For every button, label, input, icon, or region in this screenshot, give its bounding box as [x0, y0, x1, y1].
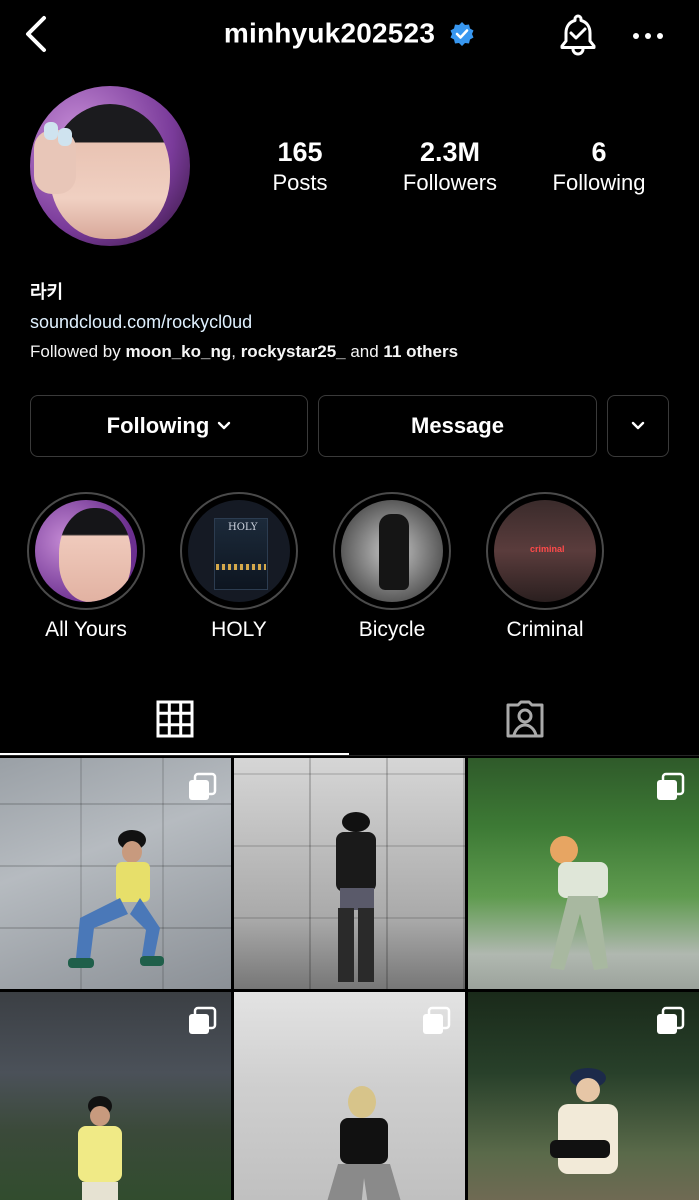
highlight-label: Bicycle: [358, 618, 426, 641]
followed-by-and: and: [345, 342, 384, 361]
multiple-photos-icon: [657, 772, 685, 800]
post-person-figure: [327, 1086, 401, 1200]
stat-following[interactable]: 6 Following: [529, 136, 669, 198]
highlight-ring: [27, 492, 145, 610]
followed-by-others[interactable]: 11 others: [383, 342, 458, 361]
highlight-city-lights: [216, 564, 266, 570]
highlight-holy[interactable]: HOLY HOLY: [179, 492, 299, 642]
stat-followers-value: 2.3M: [419, 137, 481, 167]
highlight-face: [59, 508, 131, 602]
profile-page: minhyuk202523 165 Posts 2.3M Followers 6…: [0, 0, 699, 1200]
stat-posts-value: 165: [277, 137, 323, 167]
following-button-label: Following: [106, 413, 210, 438]
avatar-nail: [44, 122, 58, 140]
profile-name: 라키: [30, 282, 64, 302]
highlight-cover: HOLY: [188, 500, 290, 602]
post-thumbnail[interactable]: [468, 758, 699, 989]
post-thumbnail[interactable]: [468, 992, 699, 1200]
post-thumbnail[interactable]: [234, 992, 465, 1200]
multiple-photos-icon: [189, 772, 217, 800]
profile-link[interactable]: soundcloud.com/rockycl0ud: [30, 312, 252, 333]
following-button[interactable]: Following: [30, 395, 308, 457]
followed-by-prefix: Followed by: [30, 342, 126, 361]
bell-check-icon: [560, 14, 596, 56]
highlight-cover-text: HOLY: [228, 522, 258, 533]
tab-posts-grid[interactable]: [0, 686, 349, 752]
chevron-down-icon: [631, 421, 645, 430]
grid-icon: [156, 700, 193, 738]
message-button[interactable]: Message: [318, 395, 597, 457]
more-options-button[interactable]: [628, 18, 668, 54]
followed-by-separator: ,: [231, 342, 241, 361]
stat-posts-label: Posts: [272, 170, 328, 195]
post-thumbnail[interactable]: [234, 758, 465, 989]
post-person-figure: [78, 1096, 122, 1200]
highlight-ring: criminal: [486, 492, 604, 610]
post-person-figure: [68, 830, 164, 968]
highlight-label: HOLY: [211, 618, 267, 641]
stat-following-value: 6: [591, 137, 607, 167]
highlight-ring: [333, 492, 451, 610]
suggested-accounts-button[interactable]: [607, 395, 669, 457]
post-thumbnail[interactable]: [0, 758, 231, 989]
avatar-nail: [58, 128, 72, 146]
profile-avatar[interactable]: [30, 86, 190, 246]
stat-following-label: Following: [552, 170, 646, 195]
highlight-ring: HOLY: [180, 492, 298, 610]
highlight-cover: [35, 500, 137, 602]
highlight-cover-text: criminal: [530, 544, 565, 554]
followed-by-user[interactable]: rockystar25_: [241, 342, 346, 361]
highlight-cover: [341, 500, 443, 602]
tab-divider: [0, 755, 699, 756]
multiple-photos-icon: [423, 1006, 451, 1034]
stat-posts[interactable]: 165 Posts: [230, 136, 370, 198]
highlight-bicycle[interactable]: Bicycle: [332, 492, 452, 642]
post-person-figure: [550, 836, 608, 970]
followed-by-text[interactable]: Followed by moon_ko_ng, rockystar25_ and…: [30, 342, 458, 362]
stat-followers-label: Followers: [402, 170, 498, 195]
verified-badge-icon: [450, 21, 474, 46]
post-person-figure: [336, 812, 376, 982]
tab-tagged[interactable]: [350, 686, 699, 752]
highlight-label: Criminal: [506, 618, 584, 641]
stat-followers[interactable]: 2.3M Followers: [380, 136, 520, 198]
highlight-cover: criminal: [494, 500, 596, 602]
highlight-criminal[interactable]: criminal Criminal: [485, 492, 605, 642]
highlight-label: All Yours: [45, 618, 127, 641]
chevron-down-icon: [218, 421, 231, 430]
post-thumbnail[interactable]: [0, 992, 231, 1200]
top-bar: minhyuk202523: [0, 0, 699, 72]
highlight-all-yours[interactable]: All Yours: [26, 492, 146, 642]
more-horizontal-icon: [633, 33, 663, 39]
multiple-photos-icon: [657, 1006, 685, 1034]
highlight-person: [379, 514, 409, 590]
post-person-figure: [550, 1068, 618, 1174]
message-button-label: Message: [411, 413, 504, 438]
username: minhyuk202523: [223, 17, 436, 49]
tagged-person-icon: [506, 700, 543, 738]
followed-by-user[interactable]: moon_ko_ng: [125, 342, 231, 361]
notifications-button[interactable]: [556, 12, 600, 56]
multiple-photos-icon: [189, 1006, 217, 1034]
